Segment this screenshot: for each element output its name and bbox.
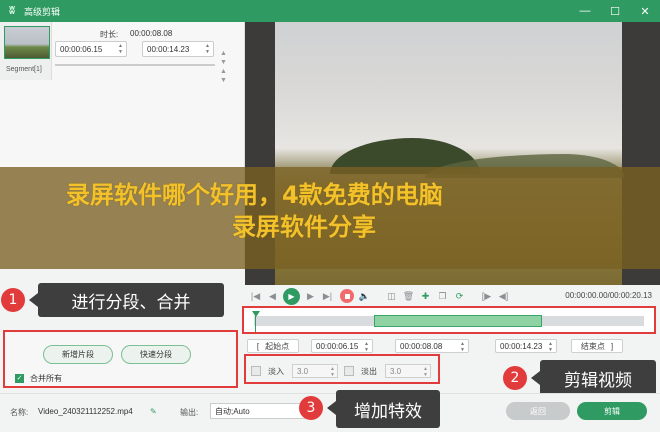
merge-all-checkbox[interactable]: ✓ (15, 374, 24, 383)
segment-thumbnail[interactable] (4, 26, 50, 59)
fade-in-field[interactable]: 3.0 ▲ ▼ (292, 364, 338, 378)
trim-end-field[interactable]: 00:00:14.23 ▲ ▼ (495, 339, 557, 353)
set-end-button[interactable]: 结束点 ] (571, 339, 623, 353)
mark-out-icon[interactable]: ◀] (497, 290, 510, 303)
duration-value: 00:00:08.08 (130, 29, 173, 38)
spinner-icon[interactable]: ▲ ▼ (548, 341, 553, 353)
reset-icon[interactable]: ⟳ (453, 290, 466, 303)
minimize-icon[interactable]: — (570, 0, 600, 22)
record-stop-icon[interactable] (340, 289, 354, 303)
trim-start-value: 00:00:06.15 (316, 341, 359, 351)
fade-out-value: 3.0 (390, 366, 402, 376)
new-segment-button[interactable]: 新增片段 (43, 345, 113, 364)
merge-all-option[interactable]: ✓ 合并所有 (15, 373, 62, 384)
skip-start-icon[interactable]: |◀ (249, 290, 262, 303)
callout-3-badge: 3 (299, 396, 323, 420)
cut-button[interactable]: 剪辑 (577, 402, 647, 420)
app-logo-icon: ʬ (9, 5, 15, 17)
playhead-line (255, 314, 256, 332)
trim-duration-field[interactable]: 00:00:08.08 ▲ ▼ (395, 339, 469, 353)
timeline[interactable] (242, 306, 656, 334)
callout-2-arrow (531, 371, 540, 385)
window-title: 高级剪辑 (24, 6, 61, 17)
spinner-icon[interactable]: ▲ ▼ (423, 366, 428, 378)
set-end-label: 结束点 (580, 341, 605, 351)
output-label: 输出: (180, 408, 199, 417)
quick-split-button[interactable]: 快速分段 (121, 345, 191, 364)
fade-out-label: 淡出 (361, 366, 377, 376)
fade-in-option: 淡入 3.0 ▲ ▼ (251, 364, 338, 378)
segment-progress (55, 64, 215, 66)
split-icon[interactable]: ◫ (385, 290, 398, 303)
duration-label: 时长: (100, 30, 119, 39)
set-start-button[interactable]: [ 起始点 (247, 339, 299, 353)
callout-3: 增加特效 (336, 390, 440, 428)
callout-1: 进行分段、合并 (38, 283, 224, 317)
timeline-selection[interactable] (374, 315, 542, 327)
spinner-icon[interactable]: ▲ ▼ (460, 341, 465, 353)
maximize-icon[interactable]: ☐ (600, 0, 630, 22)
scroll-arrows-icon[interactable]: ▲ ▼ ▲ ▼ (220, 49, 227, 85)
set-start-label: 起始点 (265, 341, 290, 351)
segment-start-field[interactable]: 00:00:06.15 ▲ ▼ (55, 41, 127, 57)
edit-name-icon[interactable]: ✎ (150, 407, 157, 416)
filename-value: Video_240321112252.mp4 (38, 407, 133, 416)
segment-start-value: 00:00:06.15 (60, 44, 103, 54)
skip-end-icon[interactable]: ▶| (321, 290, 334, 303)
play-icon[interactable]: ▶ (283, 287, 300, 305)
fade-in-label: 淡入 (268, 366, 284, 376)
window-controls: — ☐ ✕ (570, 0, 660, 22)
fade-in-checkbox[interactable] (251, 366, 261, 376)
add-icon[interactable]: ✚ (419, 290, 432, 303)
bracket-right-icon: ] (610, 341, 614, 351)
fade-out-field[interactable]: 3.0 ▲ ▼ (385, 364, 431, 378)
spinner-icon[interactable]: ▲ ▼ (118, 43, 123, 55)
delete-icon[interactable]: 🗑 (402, 290, 415, 303)
fade-out-option: 淡出 3.0 ▲ ▼ (344, 364, 431, 378)
fade-options: 淡入 3.0 ▲ ▼ 淡出 3.0 ▲ ▼ (244, 354, 440, 384)
article-headline: 录屏软件哪个好用，4款免费的电脑 录屏软件分享 (66, 179, 626, 243)
merge-all-label: 合并所有 (30, 374, 62, 383)
callout-2: 剪辑视频 (540, 360, 656, 396)
trim-duration-value: 00:00:08.08 (400, 341, 443, 351)
reset-button[interactable]: 返回 (506, 402, 570, 420)
spinner-icon[interactable]: ▲ ▼ (364, 341, 369, 353)
step-back-icon[interactable]: ◀ (266, 290, 279, 303)
output-value: 自动;Auto (215, 406, 250, 416)
filename-label: 名称: (10, 408, 29, 417)
bracket-left-icon: [ (256, 341, 260, 351)
headline-line-2: 录屏软件分享 (232, 213, 376, 241)
step-forward-icon[interactable]: ▶ (304, 290, 317, 303)
callout-3-arrow (327, 401, 336, 415)
trim-start-field[interactable]: 00:00:06.15 ▲ ▼ (311, 339, 373, 353)
timecode-readout: 00:00:00.00/00:00:20.13 (565, 291, 652, 300)
trim-end-value: 00:00:14.23 (500, 341, 543, 351)
fade-in-value: 3.0 (297, 366, 309, 376)
callout-2-badge: 2 (503, 366, 527, 390)
segment-end-value: 00:00:14.23 (147, 44, 190, 54)
fade-out-checkbox[interactable] (344, 366, 354, 376)
playhead-icon[interactable] (252, 311, 260, 317)
callout-1-arrow (29, 293, 38, 307)
spinner-icon[interactable]: ▲ ▼ (330, 366, 335, 378)
playback-controls: |◀ ◀ ▶ ▶ ▶| 🔈 ◫ 🗑 ✚ ❐ ⟳ [▶ ◀] 00:00:00.0… (245, 285, 660, 307)
title-bar: ʬ 高级剪辑 — ☐ ✕ (0, 0, 660, 22)
segment-label: Segment[1] (6, 66, 42, 73)
spinner-icon[interactable]: ▲ ▼ (205, 43, 210, 55)
trim-controls: [ 起始点 00:00:06.15 ▲ ▼ 00:00:08.08 ▲ ▼ 00:0… (247, 338, 657, 354)
mark-in-icon[interactable]: [▶ (480, 290, 493, 303)
callout-1-badge: 1 (1, 288, 25, 312)
copy-icon[interactable]: ❐ (436, 290, 449, 303)
output-select[interactable]: 自动;Auto (210, 403, 310, 419)
segment-actions: 新增片段 快速分段 ✓ 合并所有 (3, 330, 238, 388)
close-icon[interactable]: ✕ (630, 0, 660, 22)
volume-icon[interactable]: 🔈 (358, 290, 371, 303)
headline-line-1: 录屏软件哪个好用，4款免费的电脑 (66, 181, 443, 209)
segment-end-field[interactable]: 00:00:14.23 ▲ ▼ (142, 41, 214, 57)
